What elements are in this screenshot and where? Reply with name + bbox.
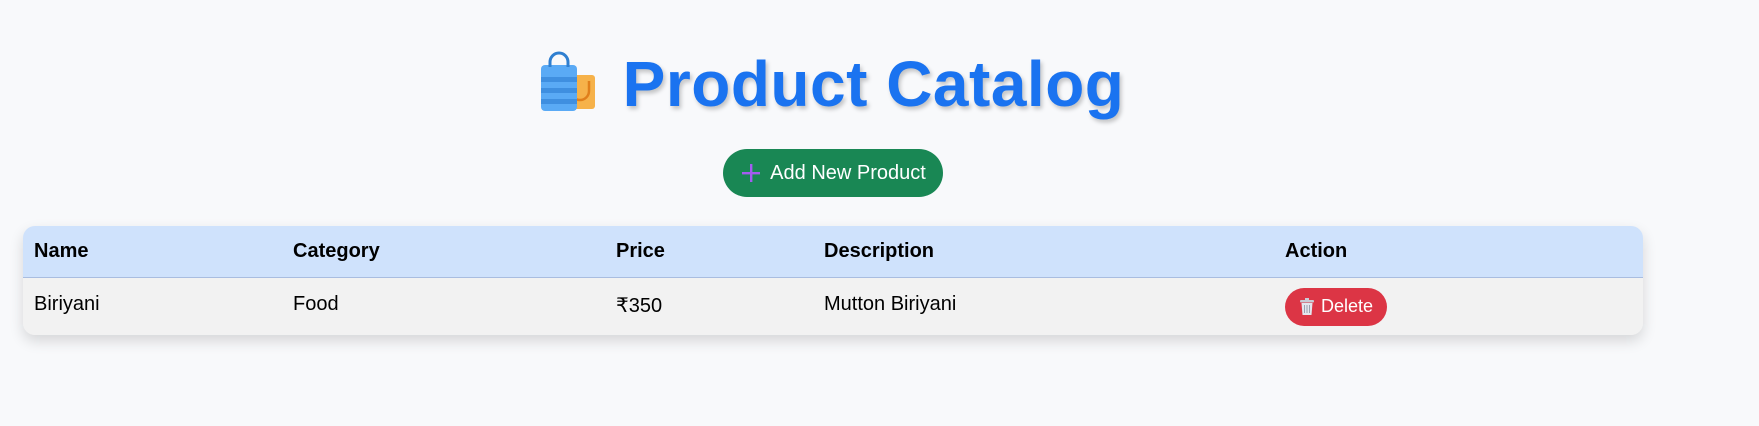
page-header: Product Catalog [0,44,1709,124]
cell-action: Delete [1274,277,1643,335]
product-catalog-page: Product Catalog Add New Product Name Cat… [0,0,1759,426]
column-header-category: Category [293,239,380,262]
cell-category: Food [293,292,339,315]
cell-price: ₹350 [616,294,663,317]
delete-label: Delete [1320,296,1374,316]
cell-description: Mutton Biriyani [824,292,957,315]
plus-icon [740,162,762,184]
trash-icon [1299,297,1315,316]
column-header-price: Price [616,239,665,262]
cell-name: Biriyani [34,292,100,315]
add-new-product-label: Add New Product [770,161,926,184]
page-title: Product Catalog [622,48,1125,120]
column-header-description: Description [824,239,935,262]
table-header-row: Name Category Price Description Action [23,226,1643,277]
products-table: Name Category Price Description Action B… [23,226,1643,335]
shopping-bags-icon [535,51,601,117]
column-header-action: Action [1285,239,1348,262]
delete-button[interactable]: Delete [1285,287,1387,326]
add-new-product-button[interactable]: Add New Product [723,149,943,197]
table-row: Biriyani Food ₹350 Mutton Biriyani Delet… [23,277,1643,335]
column-header-name: Name [34,239,89,262]
